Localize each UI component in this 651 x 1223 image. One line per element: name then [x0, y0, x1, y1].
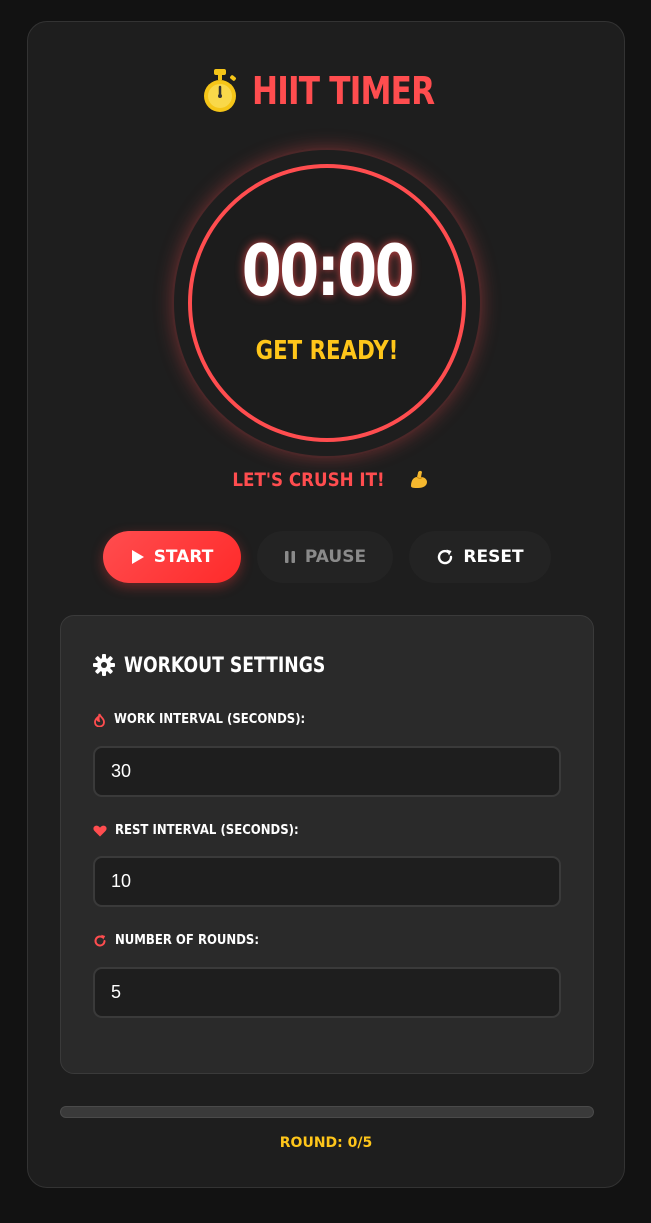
phase-label: GET READY!: [255, 336, 399, 366]
reset-button[interactable]: RESET: [409, 531, 551, 583]
rest-interval-input[interactable]: [93, 856, 561, 907]
gear-icon: [92, 653, 116, 677]
time-display: 00:00: [241, 230, 415, 312]
rounds-input[interactable]: [93, 967, 561, 1018]
timer-card: HIIT TIMER 00:00 GET READY! LET'S CRUSH …: [27, 21, 625, 1188]
rounds-label: NUMBER OF ROUNDS:: [93, 933, 275, 948]
rest-interval-label: REST INTERVAL (SECONDS):: [93, 823, 319, 838]
stopwatch-icon: [200, 68, 240, 114]
reset-button-label: RESET: [463, 547, 524, 567]
pause-icon: [284, 550, 296, 564]
timer-ring: 00:00 GET READY!: [188, 164, 466, 442]
settings-title: WORKOUT SETTINGS: [92, 653, 369, 677]
app-header: HIIT TIMER: [28, 66, 624, 116]
start-button[interactable]: START: [103, 531, 241, 583]
motivation-label: LET'S CRUSH IT!: [232, 469, 385, 491]
work-interval-input[interactable]: [93, 746, 561, 797]
start-button-label: START: [153, 547, 214, 567]
app-title: HIIT TIMER: [252, 69, 435, 113]
fire-icon: [93, 713, 106, 727]
play-icon: [131, 549, 145, 565]
pause-button-label: PAUSE: [304, 547, 367, 567]
motivation-text: LET'S CRUSH IT!: [28, 468, 624, 491]
progress-bar: [60, 1106, 594, 1118]
work-interval-label: WORK INTERVAL (SECONDS):: [93, 712, 326, 727]
flexed-bicep-icon: [408, 468, 430, 490]
reset-icon: [436, 548, 454, 566]
workout-settings-panel: WORKOUT SETTINGS WORK INTERVAL (SECONDS)…: [60, 615, 594, 1074]
heart-icon: [93, 825, 107, 837]
pause-button[interactable]: PAUSE: [257, 531, 393, 583]
rotate-icon: [93, 934, 107, 948]
round-counter: ROUND: 0/5: [279, 1135, 373, 1151]
settings-title-label: WORKOUT SETTINGS: [124, 653, 326, 677]
